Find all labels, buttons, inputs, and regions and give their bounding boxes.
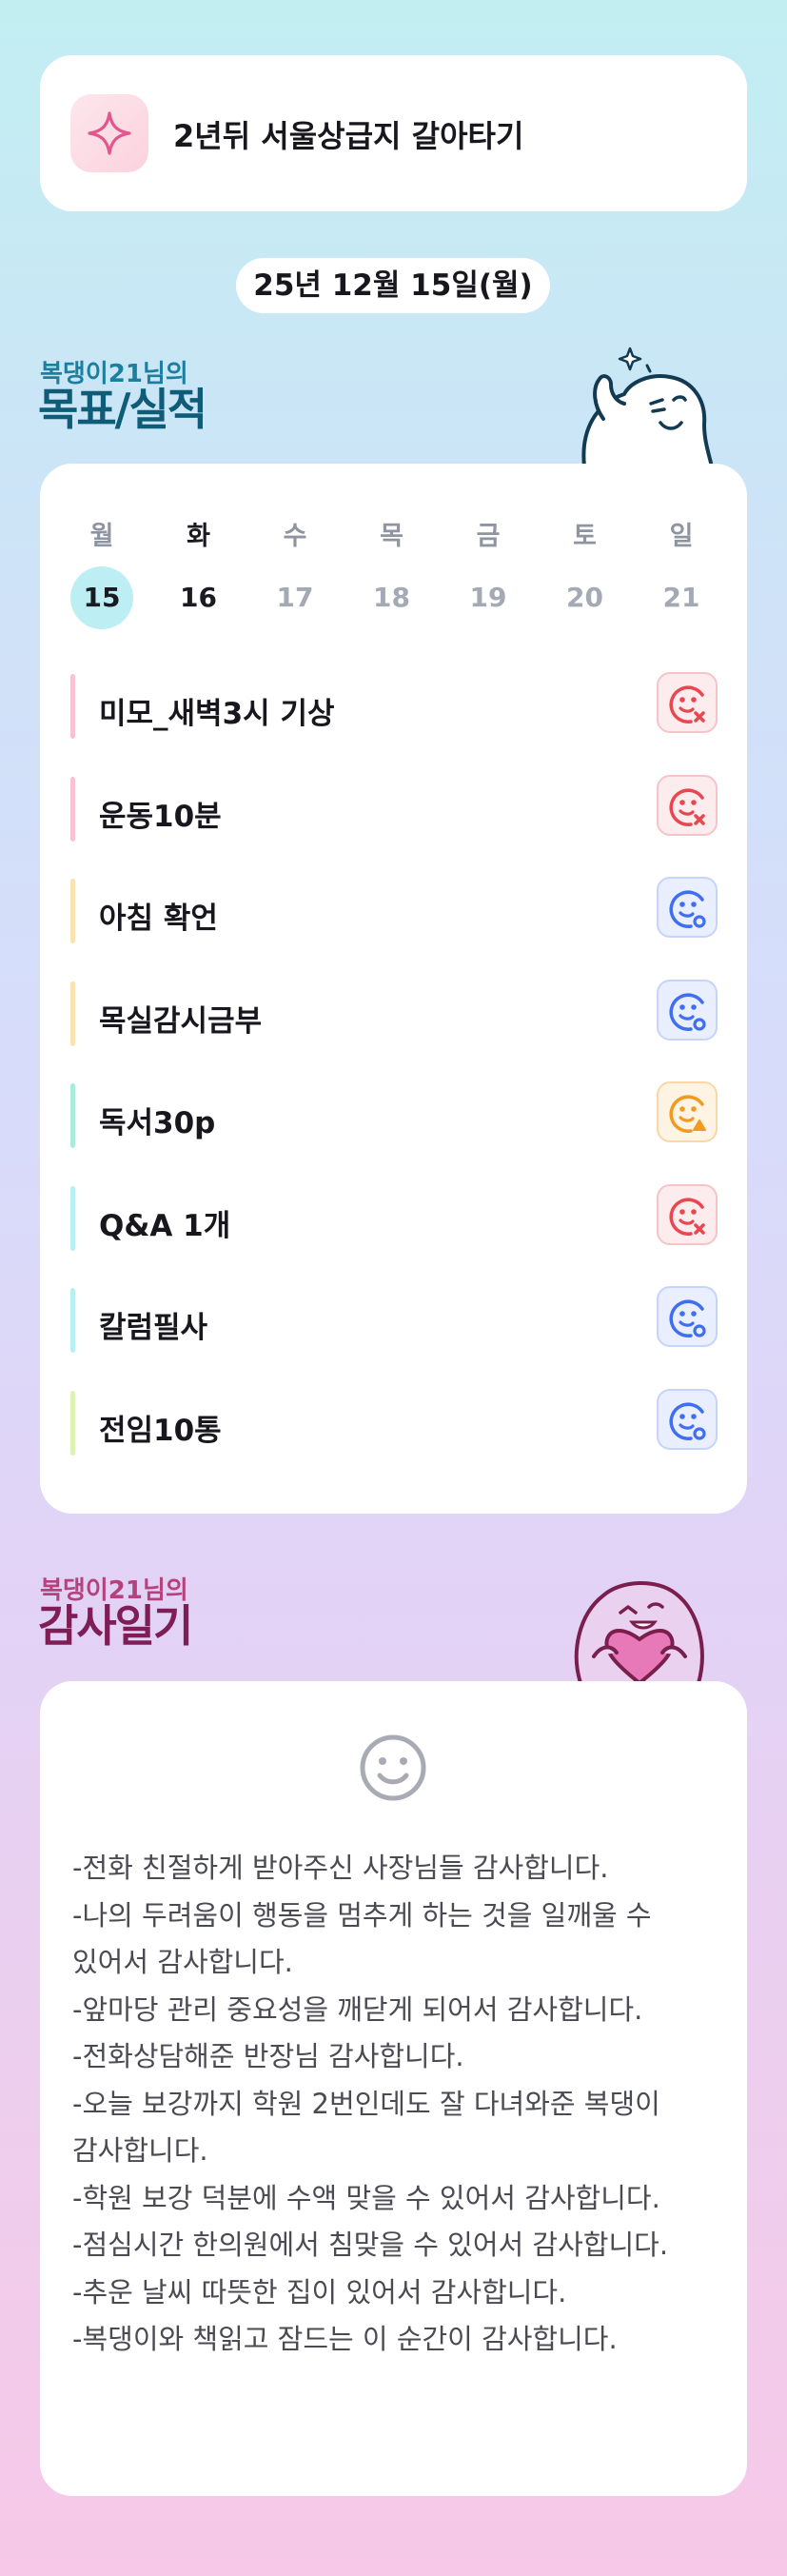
gratitude-line: -점심시간 한의원에서 침맞을 수 있어서 감사합니다.: [72, 2229, 669, 2261]
goals-section-title: 목표/실적: [38, 384, 207, 435]
day-18-button[interactable]: 18: [361, 566, 423, 629]
goal-row[interactable]: 목실감시금부: [70, 976, 718, 1052]
day-15-button[interactable]: 15: [70, 566, 133, 629]
smile-face-check-icon[interactable]: [657, 877, 718, 938]
mascot-blue-illustration: [581, 347, 714, 466]
goal-color-bar: [70, 879, 75, 943]
goal-row[interactable]: 아침 확언: [70, 873, 718, 949]
goal-label: 운동10분: [99, 799, 222, 834]
goal-color-bar: [70, 1185, 75, 1251]
gratitude-line: -오늘 보강까지 학원 2번인데도 잘 다녀와준 복댕이 감사합니다.: [72, 2087, 660, 2168]
goal-row[interactable]: 칼럼필사: [70, 1282, 718, 1358]
gratitude-card: -전화 친절하게 받아주신 사장님들 감사합니다. -나의 두려움이 행동을 멈추…: [40, 1681, 747, 2496]
goal-title: 2년뒤 서울상급지 갈아타기: [173, 118, 524, 154]
date-selector[interactable]: 25년 12월 15일(월): [236, 258, 550, 313]
goals-card: 월 15 화 16 수 17 목 18 금 19 토 20 일 21 미모_새벽3시 기상운동10분아침 …: [40, 464, 747, 1514]
sad-face-x-icon[interactable]: [657, 672, 718, 733]
goal-row[interactable]: 독서30p: [70, 1078, 718, 1154]
goal-label: Q&A 1개: [99, 1208, 231, 1243]
gratitude-line: -앞마당 관리 중요성을 깨닫게 되어서 감사합니다.: [72, 1992, 643, 2026]
weekday-label: 금: [476, 522, 501, 551]
weekday-label: 화: [187, 522, 210, 551]
goal-row[interactable]: 전임10통: [70, 1385, 718, 1461]
goal-label: 칼럼필사: [99, 1311, 208, 1345]
smile-face-warning-icon[interactable]: [657, 1081, 718, 1142]
weekday-label: 월: [89, 522, 114, 551]
gratitude-section-title: 감사일기: [38, 1600, 193, 1652]
goal-color-bar: [70, 1288, 75, 1353]
day-19-button[interactable]: 19: [457, 566, 520, 629]
day-16-button[interactable]: 16: [167, 566, 230, 629]
goal-color-bar: [70, 776, 75, 842]
goal-label: 아침 확언: [99, 902, 218, 936]
smile-face-check-icon[interactable]: [657, 1286, 718, 1347]
gratitude-line: -학원 보강 덕분에 수액 맞을 수 있어서 감사합니다.: [72, 2181, 660, 2214]
day-21-button[interactable]: 21: [650, 566, 713, 629]
goal-color-bar: [70, 1083, 75, 1148]
sad-face-x-icon[interactable]: [657, 1183, 718, 1245]
goal-row[interactable]: 미모_새벽3시 기상: [70, 668, 718, 744]
goal-label: 미모_새벽3시 기상: [99, 697, 335, 731]
sad-face-x-icon[interactable]: [657, 774, 718, 836]
goal-row[interactable]: 운동10분: [70, 771, 718, 847]
mascot-pink-illustration: [574, 1581, 704, 1683]
weekday-label: 수: [283, 522, 307, 551]
gratitude-line: -전화상담해준 반장님 감사합니다.: [72, 2040, 464, 2072]
goal-label: 전임10통: [99, 1413, 222, 1448]
goal-row[interactable]: Q&A 1개: [70, 1180, 718, 1257]
smile-face-icon: [360, 1734, 426, 1801]
goal-color-bar: [70, 674, 75, 739]
goal-label: 목실감시금부: [99, 1003, 263, 1039]
goal-color-bar: [70, 981, 75, 1046]
gratitude-line: -복댕이와 책읽고 잠드는 이 순간이 감사합니다.: [72, 2323, 618, 2355]
smile-face-check-icon[interactable]: [657, 979, 718, 1040]
gratitude-text: -전화 친절하게 받아주신 사장님들 감사합니다. -나의 두려움이 행동을 멈추…: [72, 1845, 729, 2364]
day-20-button[interactable]: 20: [554, 566, 617, 629]
day-17-button[interactable]: 17: [264, 566, 326, 629]
goal-card[interactable]: 2년뒤 서울상급지 갈아타기: [40, 55, 747, 211]
gratitude-line: -나의 두려움이 행동을 멈추게 하는 것을 일깨울 수 있어서 감사합니다.: [72, 1898, 652, 1979]
smile-face-check-icon[interactable]: [657, 1388, 718, 1450]
gratitude-line: -추운 날씨 따뜻한 집이 있어서 감사합니다.: [72, 2275, 567, 2308]
goal-label: 독서30p: [99, 1106, 216, 1140]
weekday-label: 토: [573, 522, 597, 551]
sparkle-icon: [70, 94, 148, 172]
weekday-label: 일: [669, 522, 694, 551]
gratitude-line: -전화 친절하게 받아주신 사장님들 감사합니다.: [72, 1852, 609, 1884]
goal-color-bar: [70, 1390, 75, 1456]
weekday-label: 목: [380, 522, 403, 551]
